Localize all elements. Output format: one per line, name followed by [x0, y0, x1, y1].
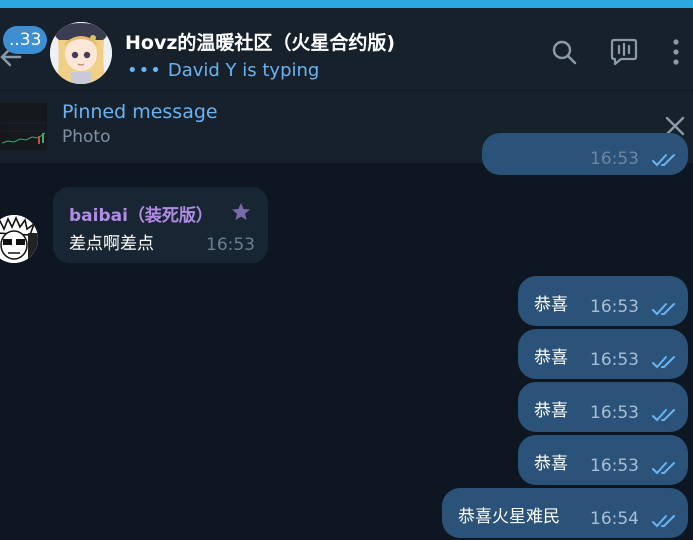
pinned-title: Pinned message [62, 101, 218, 123]
message-text: 恭喜 [534, 295, 568, 315]
message-text: 恭喜火星难民 [458, 507, 560, 527]
read-checkmarks-icon [652, 409, 675, 422]
read-checkmarks-icon [652, 356, 675, 369]
more-options-icon[interactable] [670, 38, 682, 66]
anime-girl-avatar-icon [50, 22, 112, 84]
chat-header: ..33 Hovz的温暖社区（火星合约版) ••• David Y is typi… [0, 8, 693, 90]
message-bubble-outgoing[interactable]: 恭喜 16:53 [518, 382, 688, 432]
manga-face-avatar-icon [0, 215, 38, 263]
star-icon [232, 203, 250, 220]
typing-dots-icon: ••• [127, 60, 162, 81]
message-text: 差点啊差点 [69, 234, 154, 254]
read-checkmarks-icon [652, 515, 675, 528]
message-time: 16:54 [590, 509, 639, 529]
message-bubble-outgoing-partial[interactable]: 16:53 [482, 133, 688, 175]
message-bubble-outgoing[interactable]: 恭喜 16:53 [518, 435, 688, 485]
message-time: 16:53 [590, 350, 639, 370]
typing-text: David Y is typing [167, 60, 320, 81]
message-text: 恭喜 [534, 401, 568, 421]
read-checkmarks-icon [652, 462, 675, 475]
unread-count-badge[interactable]: ..33 [3, 26, 48, 54]
message-time: 16:53 [590, 456, 639, 476]
search-icon[interactable] [550, 38, 578, 66]
chart-thumbnail-icon [0, 103, 47, 150]
read-checkmarks-icon [652, 154, 675, 167]
read-checkmarks-icon [652, 303, 675, 316]
pinned-photo-thumbnail [0, 103, 47, 150]
message-bubble-outgoing[interactable]: 恭喜 16:53 [518, 329, 688, 379]
message-bubble-outgoing[interactable]: 恭喜 16:53 [518, 276, 688, 326]
sender-avatar[interactable] [0, 215, 38, 263]
message-time: 16:53 [590, 297, 639, 317]
message-text: 恭喜 [534, 348, 568, 368]
message-time: 16:53 [206, 235, 255, 255]
message-time: 16:53 [590, 403, 639, 423]
chat-title[interactable]: Hovz的温暖社区（火星合约版) [125, 28, 395, 55]
window-top-strip [0, 0, 693, 8]
group-avatar[interactable] [50, 22, 112, 84]
typing-status: ••• David Y is typing [127, 60, 319, 81]
voice-chat-icon[interactable] [609, 38, 639, 66]
sender-name[interactable]: baibai（装死版） [69, 201, 213, 226]
message-bubble-outgoing[interactable]: 恭喜火星难民 16:54 [442, 488, 688, 538]
message-list[interactable]: 16:53 baibai（装死版） 差点啊差点 16:53 恭喜 16:53 恭… [0, 133, 693, 540]
message-time: 16:53 [590, 149, 639, 169]
message-text: 恭喜 [534, 454, 568, 474]
message-bubble-incoming[interactable]: baibai（装死版） 差点啊差点 16:53 [53, 187, 268, 263]
pinned-subtitle: Photo [62, 127, 111, 147]
